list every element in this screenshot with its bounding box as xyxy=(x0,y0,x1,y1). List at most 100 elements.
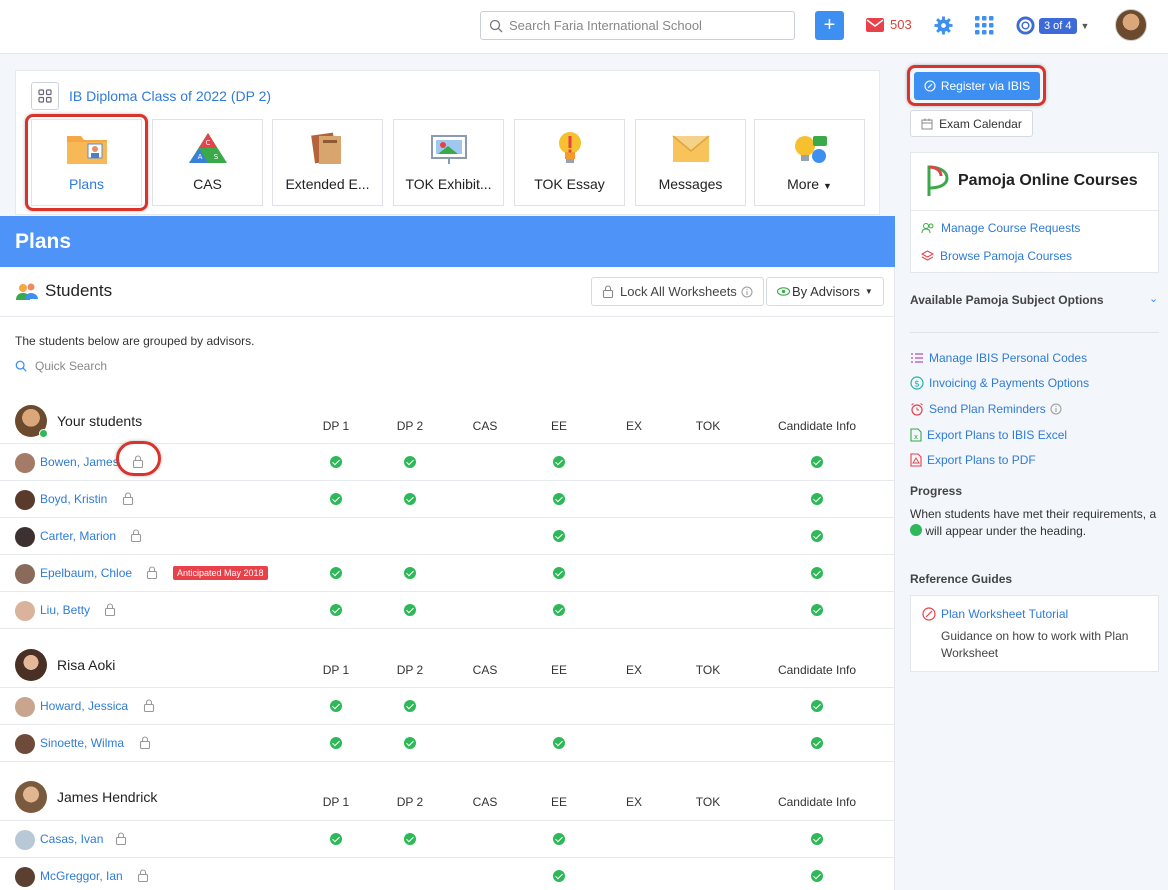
lifebuoy-icon xyxy=(1016,16,1035,35)
lock-all-worksheets-button[interactable]: Lock All Worksheets xyxy=(591,277,764,306)
lock-icon[interactable] xyxy=(143,699,155,712)
lock-icon[interactable] xyxy=(122,492,134,505)
mail-button[interactable]: 503 xyxy=(866,17,912,32)
lock-icon xyxy=(602,285,614,298)
avatar xyxy=(15,830,35,850)
tile-tok-essay[interactable]: TOK Essay xyxy=(514,119,625,206)
pamoja-logo-icon xyxy=(927,165,949,196)
tile-extended-essay[interactable]: Extended E... xyxy=(272,119,383,206)
global-search[interactable] xyxy=(480,11,795,40)
table-row[interactable]: Bowen, James xyxy=(0,443,895,480)
reference-guide-card[interactable]: Plan Worksheet Tutorial Guidance on how … xyxy=(910,595,1159,672)
apps-button[interactable] xyxy=(975,16,994,38)
avatar xyxy=(15,649,47,681)
student-name[interactable]: Epelbaum, Chloe xyxy=(40,566,132,580)
class-name[interactable]: IB Diploma Class of 2022 (DP 2) xyxy=(69,88,271,104)
table-row[interactable]: Casas, Ivan xyxy=(0,820,895,857)
invoicing-payments-link[interactable]: $ Invoicing & Payments Options xyxy=(910,376,1089,390)
browse-pamoja-courses-link[interactable]: Browse Pamoja Courses xyxy=(921,249,1072,263)
progress-text-part1: When students have met their requirement… xyxy=(910,507,1157,521)
help-progress-badge: 3 of 4 xyxy=(1039,17,1077,34)
search-input[interactable] xyxy=(509,18,779,33)
avatar xyxy=(15,527,35,547)
student-name[interactable]: Boyd, Kristin xyxy=(40,492,107,506)
export-pdf-link[interactable]: Export Plans to PDF xyxy=(910,453,1036,467)
tile-plans[interactable]: Plans xyxy=(31,119,142,206)
student-name[interactable]: Liu, Betty xyxy=(40,603,90,617)
calendar-icon xyxy=(921,118,933,129)
check-icon xyxy=(404,456,416,468)
list-icon xyxy=(911,353,923,363)
link-label: Manage IBIS Personal Codes xyxy=(929,351,1088,365)
progress-text-part2: will appear under the heading. xyxy=(925,524,1087,538)
advisor-name: Risa Aoki xyxy=(57,657,116,673)
exam-calendar-label: Exam Calendar xyxy=(939,116,1022,131)
tile-more[interactable]: More ▼ xyxy=(754,119,865,206)
table-row[interactable]: Liu, Betty xyxy=(0,591,895,628)
column-header: DP 2 xyxy=(396,419,424,433)
lock-icon[interactable] xyxy=(139,736,151,749)
chevron-down-icon[interactable]: ⌄ xyxy=(1149,292,1158,305)
available-subject-options[interactable]: Available Pamoja Subject Options xyxy=(910,293,1104,307)
students-heading: Students xyxy=(15,281,112,301)
settings-button[interactable] xyxy=(934,16,953,38)
lock-icon[interactable] xyxy=(104,603,116,616)
column-header: EX xyxy=(625,419,642,433)
lock-icon[interactable] xyxy=(146,566,158,579)
apps-grid-icon xyxy=(975,16,994,35)
table-row[interactable]: Sinoette, Wilma xyxy=(0,724,895,761)
student-name[interactable]: Howard, Jessica xyxy=(40,699,128,713)
lock-icon[interactable] xyxy=(137,869,149,882)
add-button[interactable]: + xyxy=(815,11,844,40)
excel-file-icon: x xyxy=(910,428,922,442)
student-name[interactable]: Carter, Marion xyxy=(40,529,116,543)
check-icon xyxy=(811,833,823,845)
lock-icon[interactable] xyxy=(132,455,144,468)
check-icon xyxy=(811,700,823,712)
guide-title-link[interactable]: Plan Worksheet Tutorial xyxy=(941,607,1068,621)
tile-tok-exhibition[interactable]: TOK Exhibit... xyxy=(393,119,504,206)
lock-icon[interactable] xyxy=(130,529,142,542)
manage-course-requests-link[interactable]: Manage Course Requests xyxy=(921,221,1080,235)
class-grid-icon[interactable] xyxy=(31,82,59,110)
avatar xyxy=(15,490,35,510)
tile-messages[interactable]: Messages xyxy=(635,119,746,206)
page-title: Plans xyxy=(0,216,895,267)
student-name[interactable]: Sinoette, Wilma xyxy=(40,736,124,750)
table-row[interactable]: Boyd, Kristin xyxy=(0,480,895,517)
student-name[interactable]: Bowen, James xyxy=(40,455,119,469)
more-label: More xyxy=(787,176,820,192)
column-header: TOK xyxy=(695,663,721,677)
table-row[interactable]: Carter, Marion xyxy=(0,517,895,554)
export-ibis-excel-link[interactable]: x Export Plans to IBIS Excel xyxy=(910,428,1067,442)
send-plan-reminders-link[interactable]: Send Plan Reminders xyxy=(910,402,1062,416)
quick-search[interactable]: Quick Search xyxy=(15,359,107,373)
table-row[interactable]: Howard, Jessica xyxy=(0,687,895,724)
quick-search-input[interactable]: Quick Search xyxy=(35,359,107,373)
layers-icon xyxy=(921,250,934,261)
table-row[interactable]: Epelbaum, Chloe Anticipated May 2018 xyxy=(0,554,895,591)
students-panel: Students Lock All Worksheets By Advisors… xyxy=(0,267,895,890)
link-label: Export Plans to PDF xyxy=(927,453,1036,467)
exam-calendar-button[interactable]: Exam Calendar xyxy=(910,110,1033,137)
lock-icon[interactable] xyxy=(115,832,127,845)
check-icon xyxy=(811,604,823,616)
register-via-ibis-button[interactable]: Register via IBIS xyxy=(914,72,1040,100)
table-row[interactable]: McGreggor, Ian xyxy=(0,857,895,890)
eye-icon xyxy=(777,287,790,296)
check-icon xyxy=(811,567,823,579)
column-header: DP 2 xyxy=(396,663,424,677)
group-by-advisors-dropdown[interactable]: By Advisors ▼ xyxy=(766,277,884,306)
tile-cas[interactable]: CAS CAS xyxy=(152,119,263,206)
help-menu[interactable]: 3 of 4 ▼ xyxy=(1016,16,1089,35)
compass-icon xyxy=(924,80,936,92)
student-name[interactable]: McGreggor, Ian xyxy=(40,869,123,883)
plans-folder-icon xyxy=(66,136,107,164)
avatar xyxy=(15,867,35,887)
cas-triangle-icon: CA S xyxy=(188,133,227,163)
check-icon xyxy=(553,833,565,845)
check-icon xyxy=(330,700,342,712)
manage-ibis-codes-link[interactable]: Manage IBIS Personal Codes xyxy=(910,351,1087,365)
student-name[interactable]: Casas, Ivan xyxy=(40,832,103,846)
user-avatar[interactable] xyxy=(1115,9,1147,41)
